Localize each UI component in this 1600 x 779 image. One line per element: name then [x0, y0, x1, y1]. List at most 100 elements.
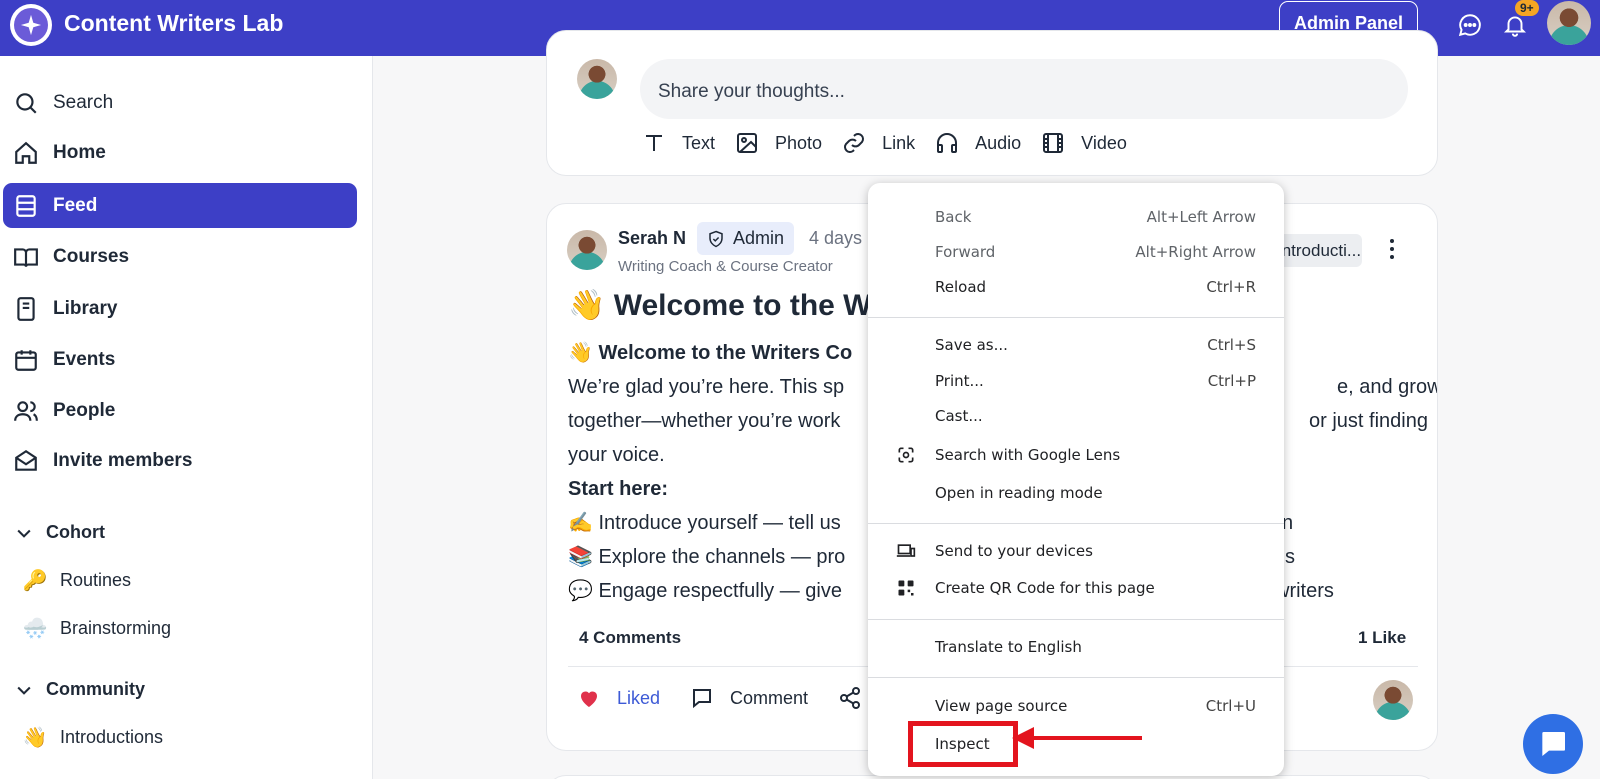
photo-tool-button[interactable]: Photo [735, 131, 822, 155]
menu-item-print[interactable]: Print... Ctrl+P [868, 364, 1284, 398]
search-icon [16, 92, 37, 114]
menu-item-shortcut: Ctrl+U [1205, 697, 1256, 715]
menu-item-label: Translate to English [935, 638, 1082, 656]
menu-item-translate[interactable]: Translate to English [868, 630, 1284, 664]
menu-item-reading-mode[interactable]: Open in reading mode [868, 476, 1284, 510]
sparkle-icon [14, 8, 48, 42]
red-arrow [1030, 736, 1142, 740]
calendar-icon [15, 349, 37, 371]
channel-routines[interactable]: 🔑 Routines [22, 568, 132, 593]
menu-item-shortcut: Alt+Left Arrow [1146, 208, 1256, 226]
section-cohort[interactable]: Cohort [14, 522, 105, 543]
body-line: your voice. [568, 444, 665, 466]
app-logo[interactable] [10, 4, 52, 46]
menu-item-label: Forward [935, 243, 996, 261]
link-tool-button[interactable]: Link [842, 131, 915, 155]
chat-bubble-icon[interactable] [1457, 12, 1483, 38]
menu-item-send-to-devices[interactable]: Send to your devices [868, 534, 1284, 568]
menu-item-view-source[interactable]: View page source Ctrl+U [868, 689, 1284, 723]
chat-support-button[interactable] [1523, 714, 1583, 774]
inspect-highlight-box [908, 721, 1018, 767]
bullet-text: Explore the channels — pro [598, 546, 846, 568]
tool-label: Link [882, 132, 916, 153]
menu-item-forward[interactable]: Forward Alt+Right Arrow [868, 235, 1284, 269]
like-button[interactable]: Liked [577, 686, 660, 710]
menu-separator [868, 317, 1284, 318]
app-title[interactable]: Content Writers Lab [64, 10, 283, 37]
sidebar-item-label: Courses [53, 245, 130, 267]
notification-badge: 9+ [1515, 0, 1539, 16]
sidebar-item-home[interactable]: Home [3, 130, 357, 175]
shield-check-icon [709, 230, 723, 247]
sidebar-item-label: Invite members [53, 449, 193, 471]
chevron-down-icon [17, 686, 31, 695]
post-actions: Liked Comment [577, 686, 908, 710]
menu-item-google-lens[interactable]: Search with Google Lens [868, 438, 1284, 472]
post-title: 👋 Welcome to the W [568, 289, 872, 322]
menu-item-save-as[interactable]: Save as... Ctrl+S [868, 328, 1284, 362]
link-icon [844, 133, 865, 153]
menu-item-label: Send to your devices [935, 542, 1093, 560]
commenter-avatar[interactable] [1373, 680, 1413, 720]
sidebar-item-people[interactable]: People [3, 388, 357, 433]
composer-tools: Text Photo Link Audio Video [642, 131, 1147, 155]
video-tool-button[interactable]: Video [1041, 131, 1127, 155]
body-line-end: e, and grow [1337, 376, 1438, 398]
post-author[interactable]: Serah N [618, 228, 686, 249]
envelope-icon [15, 449, 37, 471]
menu-item-shortcut: Ctrl+R [1206, 278, 1256, 296]
devices-icon [896, 544, 916, 557]
post-time: 4 days [809, 228, 863, 248]
sidebar-item-courses[interactable]: Courses [3, 234, 357, 279]
post-composer: Share your thoughts... Text Photo Link A… [546, 30, 1438, 176]
comments-count[interactable]: 4 Comments [579, 628, 681, 648]
channel-label: Routines [60, 570, 132, 590]
sidebar-item-label: People [53, 399, 116, 421]
sidebar-item-events[interactable]: Events [3, 337, 357, 382]
film-icon [1043, 133, 1064, 153]
waving-hand-icon: 👋 [22, 727, 48, 749]
bullet-text-end: s [1285, 546, 1295, 568]
badge-label: Admin [733, 228, 785, 248]
sidebar-item-feed[interactable]: Feed [3, 183, 357, 228]
audio-tool-button[interactable]: Audio [935, 131, 1021, 155]
comment-button[interactable]: Comment [690, 686, 808, 710]
body-line: We’re glad you’re here. This sp [568, 376, 845, 398]
red-arrow-head [1012, 727, 1034, 749]
tool-label: Photo [775, 132, 823, 153]
menu-separator [868, 619, 1284, 620]
google-lens-icon [898, 447, 914, 463]
post-intro: Welcome to the Writers Co [598, 342, 853, 364]
headphones-icon [937, 133, 958, 153]
share-thoughts-input[interactable]: Share your thoughts... [640, 59, 1408, 119]
text-tool-button[interactable]: Text [642, 131, 715, 155]
user-avatar[interactable] [1547, 1, 1591, 45]
sidebar-item-library[interactable]: Library [3, 286, 357, 331]
like-label: Liked [617, 687, 661, 708]
menu-item-label: Reload [935, 278, 987, 296]
books-emoji: 📚 [568, 546, 599, 568]
chat-icon [1542, 732, 1565, 756]
sidebar: Search Home Feed Courses Library Events … [0, 56, 373, 779]
sidebar-item-label: Feed [53, 194, 98, 216]
snow-cloud-icon: 🌨️ [22, 618, 48, 640]
key-icon: 🔑 [22, 570, 48, 592]
menu-item-label: Search with Google Lens [935, 446, 1121, 464]
sidebar-item-label: Events [53, 348, 116, 370]
menu-item-cast[interactable]: Cast... [868, 399, 1284, 433]
channel-introductions[interactable]: 👋 Introductions [22, 725, 164, 750]
more-options-icon[interactable] [1382, 234, 1402, 264]
likes-count[interactable]: 1 Like [1358, 628, 1406, 648]
start-here-heading: Start here: [568, 478, 669, 500]
author-avatar[interactable] [567, 230, 607, 270]
channel-brainstorming[interactable]: 🌨️ Brainstorming [22, 616, 172, 641]
menu-item-qr-code[interactable]: Create QR Code for this page [868, 571, 1284, 605]
channel-label: Brainstorming [60, 618, 172, 638]
menu-item-reload[interactable]: Reload Ctrl+R [868, 270, 1284, 304]
sidebar-search[interactable]: Search [3, 80, 357, 125]
menu-item-back[interactable]: Back Alt+Left Arrow [868, 200, 1284, 234]
book-open-icon [14, 247, 38, 267]
menu-item-label: Back [935, 208, 972, 226]
sidebar-item-invite-members[interactable]: Invite members [3, 438, 357, 483]
section-community[interactable]: Community [14, 679, 145, 700]
